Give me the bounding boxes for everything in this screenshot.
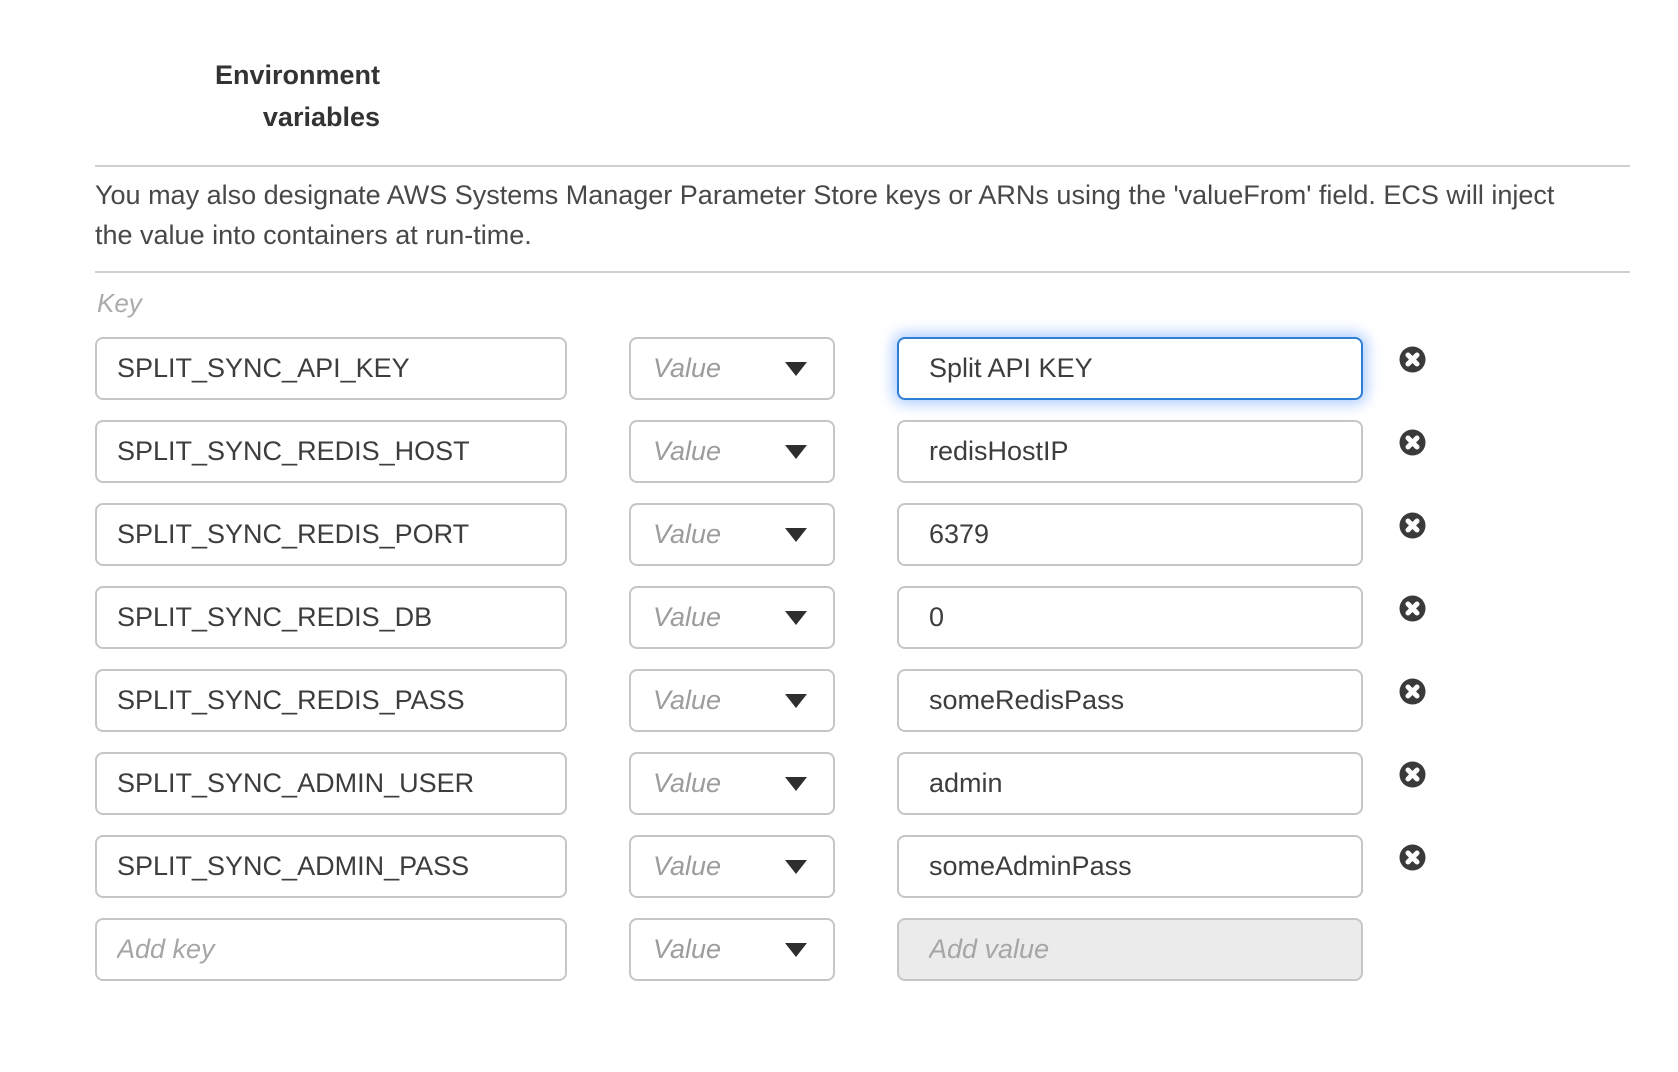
env-value-input[interactable] [897, 420, 1363, 483]
env-type-select-value: Value [653, 353, 721, 384]
env-var-rows: Value Value Value [0, 337, 1678, 981]
section-description: You may also designate AWS Systems Manag… [95, 175, 1678, 255]
description-line-1: You may also designate AWS Systems Manag… [95, 175, 1678, 215]
circle-x-icon [1399, 844, 1426, 871]
env-type-select-value: Value [653, 519, 721, 550]
remove-variable-button[interactable] [1399, 678, 1426, 705]
remove-variable-button[interactable] [1399, 512, 1426, 539]
chevron-down-icon [785, 445, 807, 459]
add-env-var-row: Value [95, 918, 1678, 981]
env-var-row: Value [95, 337, 1678, 400]
env-type-select-value: Value [653, 602, 721, 633]
env-key-input[interactable] [95, 503, 567, 566]
divider-middle [95, 271, 1630, 273]
env-type-select-value: Value [653, 436, 721, 467]
env-key-input[interactable] [95, 420, 567, 483]
env-var-row: Value [95, 835, 1678, 898]
chevron-down-icon [785, 528, 807, 542]
add-key-input[interactable] [95, 918, 567, 981]
env-value-input[interactable] [897, 503, 1363, 566]
env-key-input[interactable] [95, 586, 567, 649]
env-type-select[interactable]: Value [629, 835, 835, 898]
env-type-select[interactable]: Value [629, 420, 835, 483]
env-type-select[interactable]: Value [629, 337, 835, 400]
add-type-select[interactable]: Value [629, 918, 835, 981]
circle-x-icon [1399, 761, 1426, 788]
circle-x-icon [1399, 512, 1426, 539]
remove-variable-button[interactable] [1399, 346, 1426, 373]
add-type-select-value: Value [653, 934, 721, 965]
env-key-input[interactable] [95, 752, 567, 815]
env-type-select-value: Value [653, 685, 721, 716]
description-line-2: the value into containers at run-time. [95, 215, 1678, 255]
circle-x-icon [1399, 595, 1426, 622]
env-key-input[interactable] [95, 669, 567, 732]
remove-variable-button[interactable] [1399, 595, 1426, 622]
chevron-down-icon [785, 694, 807, 708]
env-value-input[interactable] [897, 835, 1363, 898]
circle-x-icon [1399, 678, 1426, 705]
env-key-input[interactable] [95, 337, 567, 400]
env-value-input[interactable] [897, 337, 1363, 400]
chevron-down-icon [785, 943, 807, 957]
env-type-select-value: Value [653, 768, 721, 799]
env-value-input[interactable] [897, 752, 1363, 815]
env-var-row: Value [95, 752, 1678, 815]
env-var-row: Value [95, 669, 1678, 732]
key-column-header: Key [97, 287, 1678, 319]
remove-variable-button[interactable] [1399, 429, 1426, 456]
env-var-row: Value [95, 420, 1678, 483]
chevron-down-icon [785, 611, 807, 625]
remove-variable-button[interactable] [1399, 844, 1426, 871]
env-type-select[interactable]: Value [629, 586, 835, 649]
remove-variable-button[interactable] [1399, 761, 1426, 788]
chevron-down-icon [785, 777, 807, 791]
env-type-select[interactable]: Value [629, 503, 835, 566]
env-type-select[interactable]: Value [629, 752, 835, 815]
env-type-select[interactable]: Value [629, 669, 835, 732]
divider-top [95, 165, 1630, 167]
environment-variables-section: Environment variables You may also desig… [0, 54, 1678, 1072]
env-type-select-value: Value [653, 851, 721, 882]
env-value-input[interactable] [897, 586, 1363, 649]
chevron-down-icon [785, 860, 807, 874]
env-key-input[interactable] [95, 835, 567, 898]
chevron-down-icon [785, 362, 807, 376]
section-label: Environment variables [95, 54, 380, 138]
env-var-row: Value [95, 503, 1678, 566]
circle-x-icon [1399, 429, 1426, 456]
env-value-input[interactable] [897, 669, 1363, 732]
circle-x-icon [1399, 346, 1426, 373]
add-value-input[interactable] [897, 918, 1363, 981]
env-var-row: Value [95, 586, 1678, 649]
